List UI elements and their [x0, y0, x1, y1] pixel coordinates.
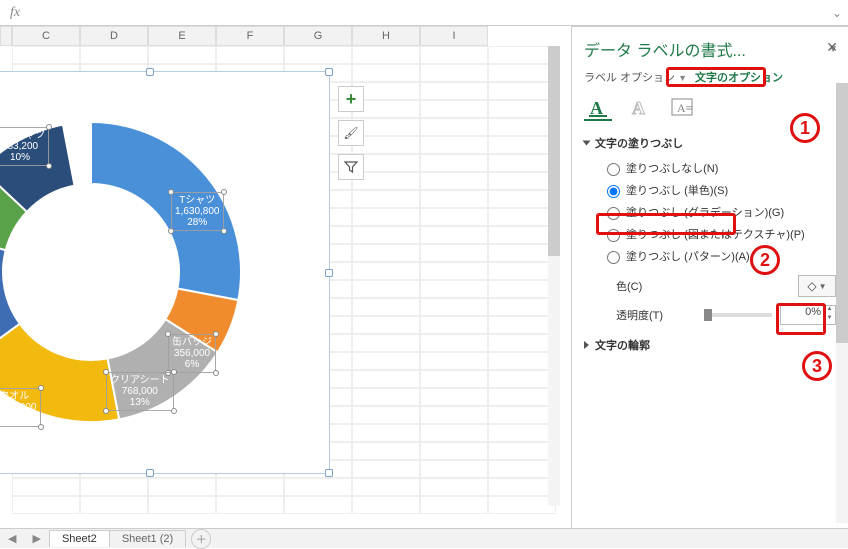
col-header[interactable]: G	[284, 26, 352, 46]
col-header[interactable]: D	[80, 26, 148, 46]
brush-icon: 🖌	[343, 126, 358, 140]
resize-handle[interactable]	[325, 269, 333, 277]
label-options-link[interactable]: ラベル オプション ▼	[584, 69, 687, 85]
plus-icon: +	[346, 89, 357, 110]
vertical-scrollbar[interactable]	[548, 46, 560, 506]
textbox-tab[interactable]: A≡	[668, 97, 696, 121]
color-label: 色(C)	[616, 278, 696, 294]
text-options-link[interactable]: 文字のオプション	[695, 69, 783, 85]
text-fill-outline-tab[interactable]: A	[584, 97, 612, 121]
col-header[interactable]: H	[352, 26, 420, 46]
radio-gradient-fill[interactable]: 塗りつぶし (グラデーション)(G)	[602, 201, 836, 223]
radio-solid-fill[interactable]: 塗りつぶし (単色)(S)	[602, 179, 836, 201]
select-all-corner[interactable]	[0, 26, 12, 46]
datalabel-towel[interactable]: タオル 1,078,000 18%	[0, 388, 41, 427]
datalabel-clearsheet[interactable]: クリアシート 768,000 13%	[106, 372, 174, 411]
sheet-tab-bar: ◀ ▶ Sheet2 Sheet1 (2) ＋	[0, 528, 848, 548]
text-outline-section-header[interactable]: 文字の輪郭	[584, 337, 836, 353]
radio-pattern-fill[interactable]: 塗りつぶし (パターン)(A)	[602, 245, 836, 267]
text-fill-icon: A	[587, 98, 609, 118]
col-header[interactable]: F	[216, 26, 284, 46]
radio-no-fill[interactable]: 塗りつぶしなし(N)	[602, 157, 836, 179]
formula-bar: fx ⌄	[0, 0, 848, 26]
chevron-down-icon: ▼	[678, 73, 687, 83]
fx-icon[interactable]: fx	[0, 5, 30, 21]
resize-handle[interactable]	[146, 469, 154, 477]
transparency-label: 透明度(T)	[616, 307, 696, 323]
chevron-down-icon: ▼	[819, 282, 827, 291]
tab-nav-prev[interactable]: ◀	[0, 532, 24, 545]
pane-scrollbar[interactable]	[836, 83, 848, 523]
transparency-input[interactable]: 0%▲▼	[780, 305, 836, 325]
triangle-icon	[583, 141, 591, 146]
formula-expand-icon[interactable]: ⌄	[826, 0, 848, 25]
svg-text:A≡: A≡	[677, 101, 693, 115]
spinner[interactable]: ▲▼	[823, 306, 835, 324]
chart-filter-button[interactable]	[338, 154, 364, 180]
datalabel-tshirt[interactable]: Tシャツ 1,630,800 28%	[171, 192, 224, 231]
col-header[interactable]: I	[420, 26, 488, 46]
sheet-tab-active[interactable]: Sheet2	[49, 530, 110, 547]
column-headers: C D E F G H I	[0, 26, 560, 46]
worksheet-area: C D E F G H I /* rows generated below vi…	[0, 26, 572, 528]
close-button[interactable]: ✕	[826, 39, 838, 56]
triangle-icon	[584, 341, 589, 349]
resize-handle[interactable]	[325, 68, 333, 76]
text-effects-tab[interactable]: A	[626, 97, 654, 121]
resize-handle[interactable]	[325, 469, 333, 477]
radio-picture-fill[interactable]: 塗りつぶし (図またはテクスチャ)(P)	[602, 223, 836, 245]
svg-text:A: A	[632, 98, 645, 118]
main-area: C D E F G H I /* rows generated below vi…	[0, 26, 848, 528]
tab-nav-next[interactable]: ▶	[24, 532, 48, 545]
chart-styles-button[interactable]: 🖌	[338, 120, 364, 146]
a-box-icon: A≡	[671, 98, 693, 118]
chart-object[interactable]: Tシャツ 1,630,800 28% 缶バッジ 356,000 6% クリアシー…	[0, 71, 330, 474]
chart-elements-button[interactable]: +	[338, 86, 364, 112]
funnel-icon	[344, 160, 358, 174]
bucket-icon: ◇	[807, 279, 816, 293]
col-header[interactable]: C	[12, 26, 80, 46]
text-fill-section-header[interactable]: 文字の塗りつぶし	[584, 135, 836, 151]
new-sheet-button[interactable]: ＋	[191, 529, 211, 549]
formula-input[interactable]	[30, 3, 826, 23]
resize-handle[interactable]	[146, 68, 154, 76]
transparency-slider[interactable]	[704, 313, 772, 317]
datalabel-polo[interactable]: ポロシャツ 583,200 10%	[0, 127, 49, 166]
datalabel-can[interactable]: 缶バッジ 356,000 6%	[168, 334, 216, 373]
fill-color-button[interactable]: ◇▼	[798, 275, 836, 297]
sheet-tab[interactable]: Sheet1 (2)	[109, 530, 186, 547]
col-header[interactable]: E	[148, 26, 216, 46]
format-pane: データ ラベルの書式... ▼ ✕ ラベル オプション ▼ 文字のオプション A…	[572, 26, 848, 528]
pane-title: データ ラベルの書式...	[584, 37, 824, 61]
text-a-outline-icon: A	[629, 98, 651, 118]
